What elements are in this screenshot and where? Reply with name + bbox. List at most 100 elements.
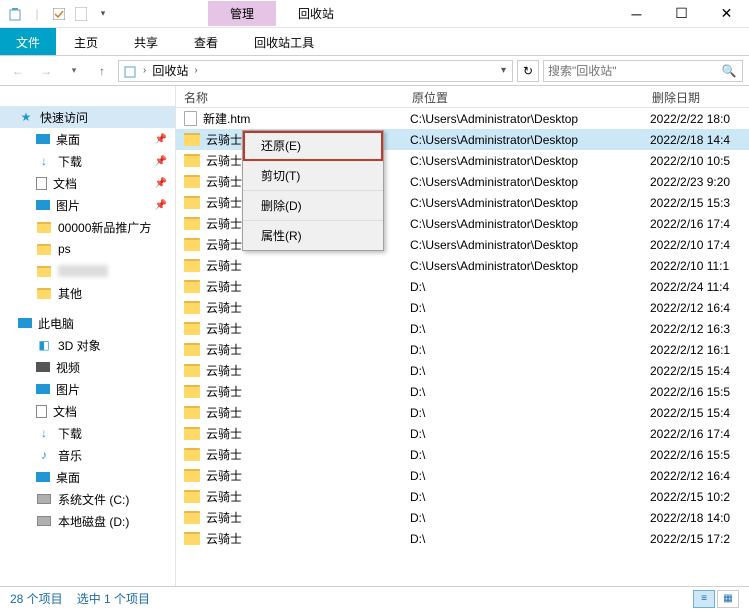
menu-cut[interactable]: 剪切(T) — [243, 161, 383, 191]
search-icon[interactable]: 🔍 — [720, 64, 738, 78]
col-location[interactable]: 原位置 — [404, 86, 644, 107]
tab-manage[interactable]: 管理 — [208, 1, 276, 26]
tree-documents[interactable]: 文档📌 — [0, 172, 175, 194]
tree-downloads2[interactable]: ↓下载 — [0, 422, 175, 444]
nav-forward-button[interactable]: → — [34, 60, 58, 82]
table-row[interactable]: 云骑士D:\2022/2/15 17:2 — [176, 528, 749, 549]
table-row[interactable]: 云骑士D:\2022/2/24 11:4 — [176, 276, 749, 297]
download-icon: ↓ — [36, 425, 52, 441]
tree-system-disk[interactable]: 系统文件 (C:) — [0, 488, 175, 510]
icons-view-button[interactable]: ▦ — [717, 590, 739, 608]
folder-icon — [184, 301, 200, 314]
tree-pictures2[interactable]: 图片 — [0, 378, 175, 400]
table-row[interactable]: 云骑士D:\2022/2/16 17:4 — [176, 423, 749, 444]
address-dropdown-icon[interactable]: ▾ — [501, 65, 506, 76]
table-row[interactable]: 云骑士D:\2022/2/18 14:0 — [176, 507, 749, 528]
tree-local-disk[interactable]: 本地磁盘 (D:) — [0, 510, 175, 532]
nav-up-button[interactable]: ↑ — [90, 60, 114, 82]
dropdown-icon[interactable]: ▾ — [94, 5, 112, 23]
search-box[interactable]: 🔍 — [543, 60, 743, 82]
table-row[interactable]: 云骑士 D:\2022/2/12 16:3 — [176, 318, 749, 339]
table-row[interactable]: 云骑士C:\Users\Administrator\Desktop2022/2/… — [176, 255, 749, 276]
table-row[interactable]: 新建.htmC:\Users\Administrator\Desktop2022… — [176, 108, 749, 129]
close-button[interactable]: ✕ — [704, 0, 749, 28]
file-location: D:\ — [404, 490, 644, 504]
tree-desktop2[interactable]: 桌面 — [0, 466, 175, 488]
refresh-button[interactable]: ↻ — [517, 60, 539, 82]
chevron-right-icon[interactable]: › — [143, 65, 146, 76]
col-date[interactable]: 删除日期 — [644, 86, 749, 107]
maximize-button[interactable]: ☐ — [659, 0, 704, 28]
file-name: 云骑士 — [206, 509, 242, 526]
minimize-button[interactable]: ─ — [614, 0, 659, 28]
folder-icon — [184, 154, 200, 167]
file-location: C:\Users\Administrator\Desktop — [404, 154, 644, 168]
pin-icon: 📌 — [155, 200, 167, 211]
file-date: 2022/2/16 15:5 — [644, 448, 749, 462]
file-date: 2022/2/12 16:1 — [644, 343, 749, 357]
table-row[interactable]: 云骑士D:\2022/2/12 16:4 — [176, 465, 749, 486]
tree-music[interactable]: ♪音乐 — [0, 444, 175, 466]
tree-this-pc[interactable]: 此电脑 — [0, 312, 175, 334]
star-icon: ★ — [18, 109, 34, 125]
table-row[interactable]: 云骑士D:\2022/2/12 16:4 — [176, 297, 749, 318]
table-row[interactable]: 云骑士D:\2022/2/15 15:4 — [176, 402, 749, 423]
checkbox-icon[interactable] — [50, 5, 68, 23]
breadcrumb-root[interactable]: 回收站 — [152, 62, 188, 79]
tree-quick-access[interactable]: ★快速访问 — [0, 106, 175, 128]
file-location: C:\Users\Administrator\Desktop — [404, 196, 644, 210]
tree-documents2[interactable]: 文档 — [0, 400, 175, 422]
menu-properties[interactable]: 属性(R) — [243, 221, 383, 250]
folder-icon — [37, 266, 51, 277]
nav-recent-dropdown[interactable]: ▾ — [62, 60, 86, 82]
table-row[interactable]: 云骑士D:\2022/2/15 15:4 — [176, 360, 749, 381]
details-view-button[interactable]: ≡ — [693, 590, 715, 608]
file-date: 2022/2/12 16:4 — [644, 301, 749, 315]
col-name[interactable]: 名称 — [176, 86, 404, 107]
tree-pictures[interactable]: 图片📌 — [0, 194, 175, 216]
tree-folder-other[interactable]: 其他 — [0, 282, 175, 304]
file-date: 2022/2/18 14:0 — [644, 511, 749, 525]
nav-back-button[interactable]: ← — [6, 60, 30, 82]
properties-icon[interactable] — [72, 5, 90, 23]
tab-home[interactable]: 主页 — [56, 28, 116, 55]
tree-3d-objects[interactable]: ◧3D 对象 — [0, 334, 175, 356]
tab-file[interactable]: 文件 — [0, 28, 56, 55]
folder-icon — [184, 133, 200, 146]
menu-restore[interactable]: 还原(E) — [243, 131, 383, 161]
tab-view[interactable]: 查看 — [176, 28, 236, 55]
folder-icon — [184, 217, 200, 230]
folder-icon — [184, 511, 200, 524]
address-bar[interactable]: › 回收站 › ▾ — [118, 60, 513, 82]
file-name: 云骑士 — [206, 530, 242, 547]
file-date: 2022/2/15 15:4 — [644, 406, 749, 420]
desktop-icon — [36, 472, 50, 482]
folder-icon — [184, 322, 200, 335]
menu-delete[interactable]: 删除(D) — [243, 191, 383, 221]
folder-icon — [184, 406, 200, 419]
file-location: D:\ — [404, 322, 644, 336]
file-name: 云骑士 — [206, 488, 242, 505]
folder-icon — [184, 196, 200, 209]
folder-icon — [184, 280, 200, 293]
tab-share[interactable]: 共享 — [116, 28, 176, 55]
view-mode-buttons: ≡ ▦ — [693, 590, 739, 608]
tree-desktop[interactable]: 桌面📌 — [0, 128, 175, 150]
search-input[interactable] — [548, 64, 720, 78]
file-name: 云骑士 — [206, 320, 242, 337]
table-row[interactable]: 云骑士D:\2022/2/16 15:5 — [176, 381, 749, 402]
chevron-right-icon[interactable]: › — [194, 65, 197, 76]
tree-video[interactable]: 视频 — [0, 356, 175, 378]
tree-folder-promo[interactable]: 00000新品推广方 — [0, 216, 175, 238]
tree-folder-ps[interactable]: ps — [0, 238, 175, 260]
file-name: 云骑士 — [206, 383, 242, 400]
table-row[interactable]: 云骑士D:\2022/2/12 16:1 — [176, 339, 749, 360]
tree-folder-blurred[interactable] — [0, 260, 175, 282]
table-row[interactable]: 云骑士D:\2022/2/16 15:5 — [176, 444, 749, 465]
tree-downloads[interactable]: ↓下载📌 — [0, 150, 175, 172]
tab-recycle-tools[interactable]: 回收站工具 — [236, 28, 332, 55]
cube-icon: ◧ — [36, 337, 52, 353]
file-name: 新建.htm — [203, 110, 250, 127]
file-date: 2022/2/12 16:3 — [644, 322, 749, 336]
table-row[interactable]: 云骑士D:\2022/2/15 10:2 — [176, 486, 749, 507]
